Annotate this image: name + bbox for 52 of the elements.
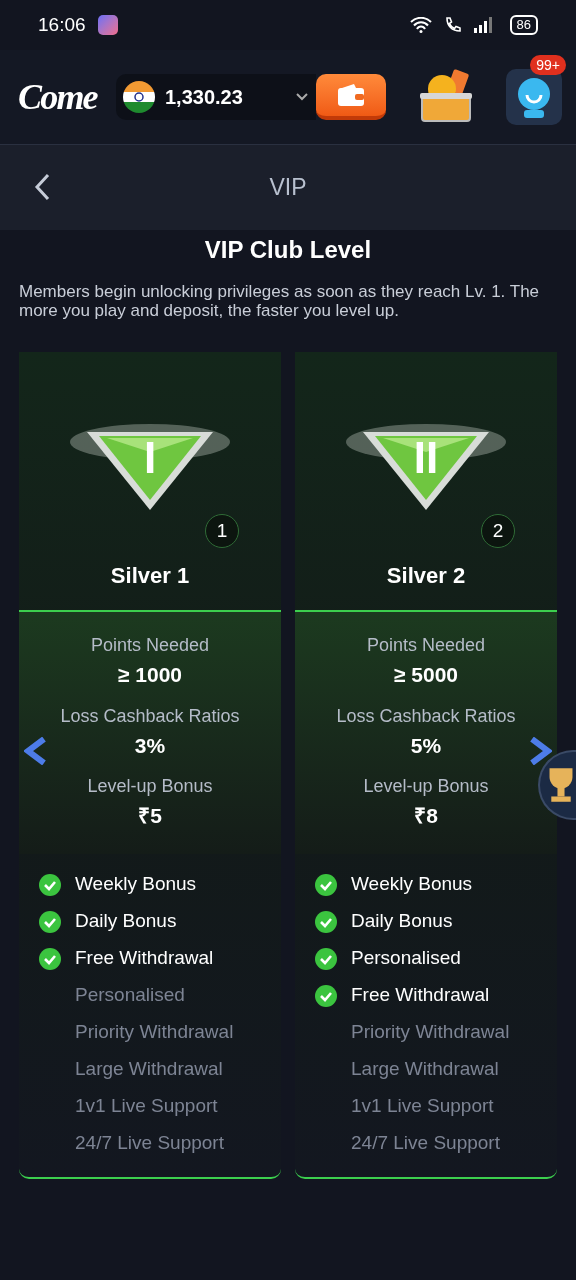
perk-label: Priority Withdrawal: [75, 1020, 234, 1045]
perk-label: Free Withdrawal: [75, 946, 214, 971]
stat-label: Level-up Bonus: [87, 775, 213, 798]
perk-label: Daily Bonus: [75, 909, 177, 934]
wallet-button[interactable]: [316, 74, 386, 120]
battery-indicator: 86: [509, 15, 538, 35]
stat-label: Level-up Bonus: [363, 775, 489, 798]
perk-label: 1v1 Live Support: [75, 1094, 218, 1119]
section-title: VIP Club Level: [203, 235, 373, 265]
logo[interactable]: Come: [18, 70, 114, 124]
perk-label: Large Withdrawal: [75, 1057, 223, 1082]
stat-label: Loss Cashback Ratios: [60, 704, 240, 728]
stat-value: ≥ 5000: [393, 662, 459, 688]
badge-numeral: II: [412, 436, 440, 480]
level-name: Silver 1: [110, 562, 190, 590]
flag-icon: [123, 81, 155, 113]
perk-label: Personalised: [75, 983, 185, 1008]
level-name: Silver 2: [386, 562, 466, 590]
stat-value: ₹8: [414, 803, 438, 829]
page-title: VIP: [269, 173, 307, 203]
wallet-icon: [338, 84, 364, 106]
wifi-icon: [409, 17, 432, 33]
stat-value: ₹5: [138, 803, 162, 829]
stat-value: 3%: [134, 732, 166, 759]
app-notification-icon: [97, 15, 118, 35]
back-icon[interactable]: [34, 173, 50, 201]
perk-label: Daily Bonus: [351, 909, 453, 934]
status-time: 16:06: [38, 12, 86, 37]
balance-selector[interactable]: 1,330.23: [116, 74, 316, 120]
level-number: 1: [205, 514, 239, 548]
caret-icon: [296, 93, 308, 101]
stat-label: Loss Cashback Ratios: [336, 704, 516, 728]
perk-label: Priority Withdrawal: [351, 1020, 510, 1045]
perk-label: 24/7 Live Support: [351, 1131, 500, 1156]
badge-numeral: I: [142, 436, 158, 480]
perk-label: Large Withdrawal: [351, 1057, 499, 1082]
stat-label: Points Needed: [90, 634, 210, 657]
stat-value: ≥ 1000: [117, 662, 183, 688]
perk-label: Weekly Bonus: [351, 872, 473, 897]
stat-value: 5%: [410, 732, 442, 759]
perk-label: Free Withdrawal: [351, 983, 490, 1008]
notification-badge: 99+: [530, 55, 566, 75]
support-button[interactable]: [506, 69, 562, 125]
call-icon: [443, 16, 462, 34]
perk-label: 24/7 Live Support: [75, 1131, 224, 1156]
perk-label: Weekly Bonus: [75, 872, 197, 897]
description-text: Members begin unlocking privileges as soon as they reach Lv. 1. The more you play and deposit, the faster you level up.: [18, 282, 541, 320]
level-number: 2: [481, 514, 515, 548]
perk-label: Personalised: [351, 946, 461, 971]
stat-label: Points Needed: [366, 634, 486, 657]
perk-label: 1v1 Live Support: [351, 1094, 494, 1119]
signal-icon: [473, 17, 494, 33]
